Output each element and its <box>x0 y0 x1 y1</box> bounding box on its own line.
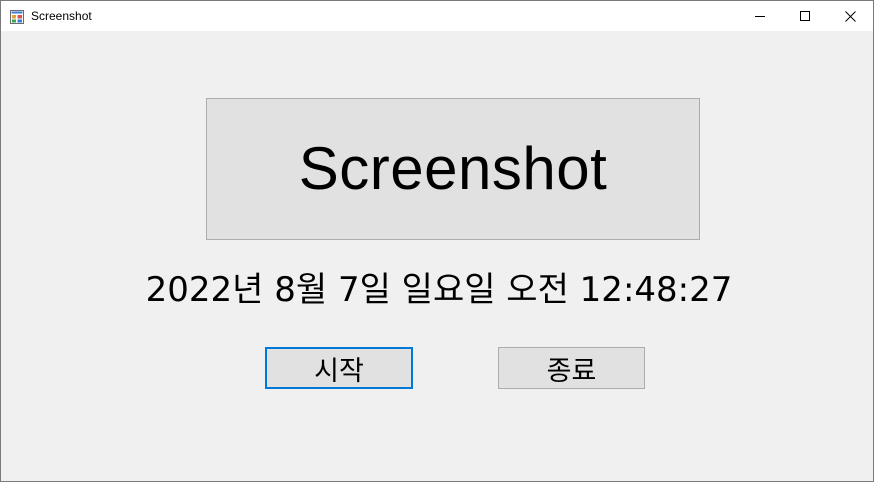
exit-button[interactable]: 종료 <box>498 347 645 389</box>
maximize-icon <box>800 11 810 21</box>
minimize-icon <box>755 11 765 21</box>
datetime-label: 2022년 8월 7일 일요일 오전 12:48:27 <box>145 270 733 310</box>
start-button[interactable]: 시작 <box>265 347 413 389</box>
minimize-button[interactable] <box>737 1 783 31</box>
headline-label: Screenshot <box>298 135 608 202</box>
maximize-button[interactable] <box>782 1 828 31</box>
app-icon <box>10 9 24 24</box>
headline-panel: Screenshot <box>206 98 700 240</box>
close-button[interactable] <box>827 1 873 31</box>
window-title: Screenshot <box>31 9 92 23</box>
close-icon <box>844 10 856 22</box>
title-bar[interactable]: Screenshot <box>1 1 873 31</box>
app-window: Screenshot Screenshot 2022년 8월 7일 일요일 오전… <box>0 0 874 482</box>
client-area: Screenshot 2022년 8월 7일 일요일 오전 12:48:27 시… <box>1 31 873 481</box>
